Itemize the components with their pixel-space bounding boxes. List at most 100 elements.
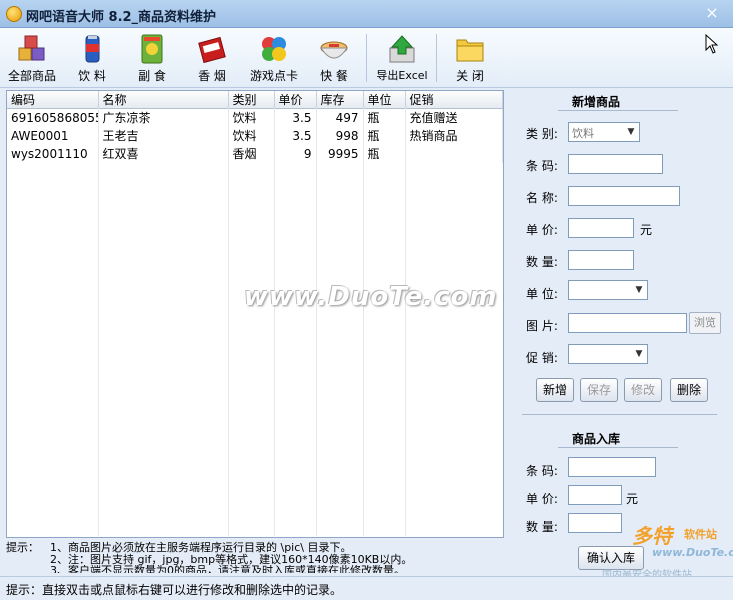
price-label: 单 价:: [526, 223, 558, 237]
toolbar-separator: [436, 34, 437, 82]
barcode-label: 条 码:: [526, 159, 558, 173]
column-header[interactable]: 单位: [363, 91, 406, 109]
name-input[interactable]: [568, 186, 680, 206]
fast-food-button[interactable]: 快 餐: [306, 30, 362, 86]
cell-category: 香烟: [228, 144, 275, 163]
cigarettes-button[interactable]: 香 烟: [184, 30, 240, 86]
promotion-label: 促 销:: [526, 351, 558, 365]
price-unit: 元: [640, 223, 653, 237]
toolbar: 全部商品 饮 料 副 食 香 烟 游戏点卡 快 餐 导出Excel 关 闭: [0, 28, 733, 88]
site-logo: 多特 软件站 www.DuoTe.com 国内最安全的软件站: [600, 520, 733, 581]
cubes-icon: [18, 35, 45, 61]
cell-price: 9: [274, 144, 317, 163]
column-header[interactable]: 库存: [316, 91, 364, 109]
edit-button[interactable]: 修改: [624, 378, 662, 402]
mouse-cursor-icon: [705, 33, 719, 59]
close-button[interactable]: 关 闭: [442, 30, 498, 86]
stock-in-title: 商品入库: [572, 432, 621, 446]
cell-name: 王老吉: [98, 126, 229, 145]
stock-quantity-label: 数 量:: [526, 520, 558, 534]
column-header[interactable]: 名称: [98, 91, 229, 109]
column-header[interactable]: 类别: [228, 91, 275, 109]
cigarette-pack-icon: [198, 36, 226, 64]
app-icon: [6, 6, 22, 22]
toolbar-label: 游戏点卡: [249, 69, 298, 83]
unit-label: 单 位:: [526, 287, 558, 301]
folder-icon: [456, 39, 484, 62]
new-product-title: 新增商品: [572, 95, 621, 109]
cell-stock: 998: [316, 126, 364, 145]
toolbar-label: 饮 料: [78, 69, 106, 83]
product-grid[interactable]: 编码 名称 类别 单价 库存 单位 促销 6916058680559 广东凉茶 …: [6, 90, 504, 538]
toolbar-label: 快 餐: [320, 69, 348, 83]
cell-category: 饮料: [228, 126, 275, 145]
snack-bag-icon: [141, 34, 163, 64]
window-title: 网吧语音大师 8.2_商品资料维护: [26, 10, 217, 25]
hints-label: 提示：: [6, 541, 39, 554]
grid-line: [274, 108, 275, 536]
watermark: www.DuoTe.com: [244, 282, 498, 312]
snacks-button[interactable]: 副 食: [124, 30, 180, 86]
cell-code: AWE0001: [7, 126, 99, 145]
category-select[interactable]: 饮料 ▼: [568, 122, 640, 142]
table-row[interactable]: wys2001110 红双喜 香烟 9 9995 瓶: [7, 144, 503, 163]
grid-line: [405, 108, 406, 536]
cell-unit: 瓶: [363, 126, 406, 145]
right-panel: 新增商品 类 别: 饮料 ▼ 条 码: 名 称: 单 价: 元 数 量: 单 位…: [512, 90, 727, 538]
section-divider: [558, 447, 678, 448]
drinks-button[interactable]: 饮 料: [64, 30, 120, 86]
product-table: 编码 名称 类别 单价 库存 单位 促销 6916058680559 广东凉茶 …: [7, 91, 503, 163]
stock-barcode-label: 条 码:: [526, 464, 558, 478]
cell-code: wys2001110: [7, 144, 99, 163]
grid-line: [228, 108, 229, 536]
export-excel-button[interactable]: 导出Excel: [372, 30, 432, 86]
grid-line: [363, 108, 364, 536]
cell-unit: 瓶: [363, 108, 406, 127]
column-header[interactable]: 编码: [7, 91, 99, 109]
cell-price: 3.5: [274, 108, 317, 127]
game-cards-button[interactable]: 游戏点卡: [244, 30, 304, 86]
cell-promo: [405, 144, 503, 163]
chevron-down-icon: ▼: [627, 127, 635, 137]
toolbar-label: 副 食: [138, 69, 166, 83]
logo-small-text: 软件站: [684, 528, 717, 541]
cell-code: 6916058680559: [7, 108, 99, 127]
stock-price-input[interactable]: [568, 485, 622, 505]
column-header[interactable]: 促销: [405, 91, 503, 109]
status-bar: 提示：直接双击或点鼠标右键可以进行修改和删除选中的记录。: [0, 576, 733, 600]
all-products-button[interactable]: 全部商品: [4, 30, 60, 86]
delete-button[interactable]: 删除: [670, 378, 708, 402]
unit-select[interactable]: ▼: [568, 280, 648, 300]
cell-stock: 497: [316, 108, 364, 127]
quantity-input[interactable]: [568, 250, 634, 270]
table-row[interactable]: 6916058680559 广东凉茶 饮料 3.5 497 瓶 充值赠送: [7, 108, 503, 127]
category-value: 饮料: [572, 127, 594, 140]
grid-line: [316, 108, 317, 536]
save-button[interactable]: 保存: [580, 378, 618, 402]
close-window-button[interactable]: ×: [701, 3, 723, 23]
toolbar-separator: [366, 34, 367, 82]
logo-big-text: 多特: [632, 524, 672, 548]
stock-price-label: 单 价:: [526, 492, 558, 506]
chevron-down-icon: ▼: [635, 285, 643, 295]
column-header[interactable]: 单价: [274, 91, 317, 109]
barcode-input[interactable]: [568, 154, 663, 174]
drink-can-icon: [85, 35, 100, 63]
cell-price: 3.5: [274, 126, 317, 145]
image-label: 图 片:: [526, 319, 558, 333]
stock-barcode-input[interactable]: [568, 457, 656, 477]
promotion-select[interactable]: ▼: [568, 344, 648, 364]
export-icon: [389, 35, 415, 63]
category-label: 类 别:: [526, 127, 558, 141]
chevron-down-icon: ▼: [635, 349, 643, 359]
cell-promo: 充值赠送: [405, 108, 503, 127]
browse-button[interactable]: 浏览: [689, 312, 721, 334]
cell-category: 饮料: [228, 108, 275, 127]
add-button[interactable]: 新增: [536, 378, 574, 402]
image-path-input[interactable]: [568, 313, 687, 333]
price-input[interactable]: [568, 218, 634, 238]
cell-promo: 热销商品: [405, 126, 503, 145]
section-divider: [522, 414, 717, 415]
cell-name: 红双喜: [98, 144, 229, 163]
table-row[interactable]: AWE0001 王老吉 饮料 3.5 998 瓶 热销商品: [7, 126, 503, 145]
